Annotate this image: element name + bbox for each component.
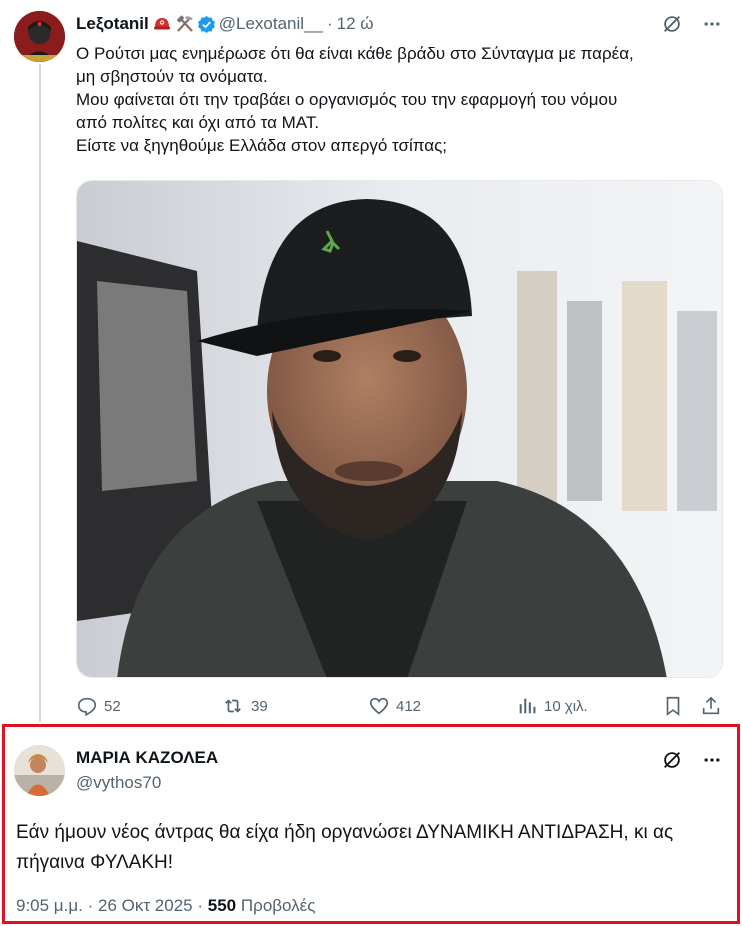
reply-count: 52: [104, 697, 121, 715]
tweet-text-line: Μου φαίνεται ότι την τραβάει ο οργανισμό…: [76, 90, 618, 109]
repost-button[interactable]: 39: [221, 692, 268, 720]
author-name[interactable]: Leξotanil: [76, 14, 149, 34]
verified-badge-icon: [197, 15, 215, 34]
separator-dot: ·: [197, 896, 204, 915]
repost-count: 39: [251, 697, 268, 715]
like-count: 412: [396, 697, 422, 715]
reply-icon: [77, 697, 97, 717]
tweet-text: Ο Ρούτσι μας ενημέρωσε ότι θα είναι κάθε…: [76, 42, 716, 157]
grok-icon[interactable]: [660, 12, 684, 36]
hammer-pick-icon: [175, 15, 193, 33]
reply-author-handle[interactable]: @vythos70: [76, 773, 161, 793]
bookmark-button[interactable]: [662, 692, 684, 720]
reply-views-label: Προβολές: [240, 896, 316, 915]
reply-time[interactable]: 9:05 μ.μ.: [16, 896, 83, 915]
share-icon: [702, 696, 720, 715]
author-handle[interactable]: @Lexotanil__: [219, 14, 323, 34]
more-options-icon[interactable]: [700, 12, 724, 36]
heart-icon: [369, 697, 389, 715]
views-chart-icon: [519, 698, 536, 714]
helmet-icon: [153, 15, 171, 33]
tweet-text-line: Είστε να ξηγηθούμε Ελλάδα στον απεργό τσ…: [76, 136, 448, 155]
share-button[interactable]: [700, 692, 722, 720]
tweet-top-actions: [660, 12, 724, 36]
reply-author-name[interactable]: ΜΑΡΙΑ ΚΑΖΟΛΕΑ: [76, 748, 218, 768]
tweet-text-line: Ο Ρούτσι μας ενημέρωσε ότι θα είναι κάθε…: [76, 44, 634, 63]
views-button[interactable]: 10 χιλ.: [516, 692, 588, 720]
grok-icon[interactable]: [660, 748, 684, 772]
reply-author-avatar[interactable]: [14, 745, 65, 796]
thread-connector-line: [39, 64, 41, 722]
separator-dot: ·: [87, 896, 94, 915]
tweet-photo[interactable]: [76, 180, 723, 678]
separator-dot: ·: [326, 14, 333, 33]
author-avatar[interactable]: [14, 11, 65, 62]
tweet-timestamp[interactable]: 12 ώ: [337, 14, 374, 34]
reply-tweet-text: Εάν ήμουν νέος άντρας θα είχα ήδη οργανώ…: [16, 822, 674, 873]
engagement-bar: 52 39 412 10 χιλ.: [76, 692, 724, 720]
bookmark-icon: [666, 696, 680, 716]
reply-views-count: 550: [207, 896, 237, 915]
tweet-header: Leξotanil @Lexotanil__ · 12 ώ: [76, 12, 374, 36]
reply-tweet-meta: 9:05 μ.μ. · 26 Οκτ 2025 · 550 Προβολές: [16, 896, 315, 916]
reply-button[interactable]: 52: [76, 692, 121, 720]
like-button[interactable]: 412: [368, 692, 421, 720]
views-count: 10 χιλ.: [544, 697, 588, 715]
tweet-text-line: από πολίτες και όχι από τα ΜΑΤ.: [76, 113, 320, 132]
reply-date[interactable]: 26 Οκτ 2025: [98, 896, 193, 915]
reply-top-actions: [660, 748, 724, 772]
more-options-icon[interactable]: [700, 748, 724, 772]
repost-icon: [225, 699, 241, 713]
tweet-text-line: μη σβηστούν τα ονόματα.: [76, 67, 268, 86]
